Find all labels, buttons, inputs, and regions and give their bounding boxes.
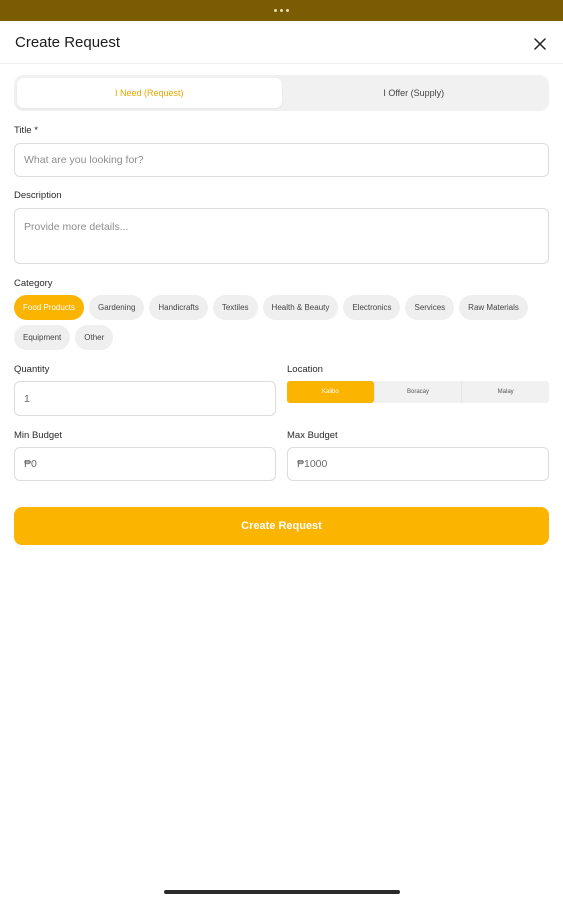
chip-food-products[interactable]: Food Products: [14, 295, 85, 320]
location-label: Location: [287, 364, 323, 375]
description-placeholder: Provide more details...: [24, 221, 129, 233]
mode-toggle: I Need (Request) I Offer (Supply): [14, 75, 549, 111]
create-request-button[interactable]: Create Request: [14, 507, 549, 545]
min-budget-input[interactable]: ₱0: [14, 447, 276, 481]
home-indicator[interactable]: [164, 890, 400, 894]
page-title: Create Request: [15, 34, 121, 51]
location-selector: Kalibo Boracay Malay: [287, 381, 549, 403]
chip-handicrafts[interactable]: Handicrafts: [149, 295, 208, 320]
description-textarea[interactable]: Provide more details...: [14, 208, 549, 264]
camera-dots: [274, 9, 289, 12]
tab-supply[interactable]: I Offer (Supply): [282, 78, 547, 108]
chip-electronics[interactable]: Electronics: [343, 295, 401, 320]
location-kalibo[interactable]: Kalibo: [287, 381, 374, 403]
chip-other[interactable]: Other: [75, 325, 114, 350]
max-budget-label: Max Budget: [287, 430, 338, 441]
category-label: Category: [14, 278, 53, 289]
close-icon: [534, 38, 546, 50]
min-budget-label: Min Budget: [14, 430, 63, 441]
close-button[interactable]: [528, 32, 552, 56]
chip-raw-materials[interactable]: Raw Materials: [459, 295, 528, 320]
title-placeholder: What are you looking for?: [24, 154, 144, 166]
min-budget-value: ₱0: [24, 458, 37, 470]
location-boracay[interactable]: Boracay: [373, 381, 462, 403]
max-budget-value: ₱1000: [297, 458, 328, 470]
title-label: Title *: [14, 125, 38, 136]
chip-textiles[interactable]: Textiles: [212, 295, 258, 320]
chip-gardening[interactable]: Gardening: [89, 295, 145, 320]
chip-services[interactable]: Services: [405, 295, 455, 320]
description-label: Description: [14, 190, 62, 201]
chip-health-beauty[interactable]: Health & Beauty: [262, 295, 339, 320]
quantity-label: Quantity: [14, 364, 50, 375]
title-input[interactable]: What are you looking for?: [14, 143, 549, 177]
quantity-input[interactable]: 1: [14, 381, 276, 416]
page-header: Create Request: [0, 21, 563, 64]
status-bar: [0, 0, 563, 21]
chip-equipment[interactable]: Equipment: [14, 325, 71, 350]
location-malay[interactable]: Malay: [461, 381, 549, 403]
tab-request[interactable]: I Need (Request): [17, 78, 282, 108]
max-budget-input[interactable]: ₱1000: [287, 447, 549, 481]
quantity-value: 1: [24, 392, 30, 405]
category-chips: Food Products Gardening Handicrafts Text…: [14, 295, 534, 350]
